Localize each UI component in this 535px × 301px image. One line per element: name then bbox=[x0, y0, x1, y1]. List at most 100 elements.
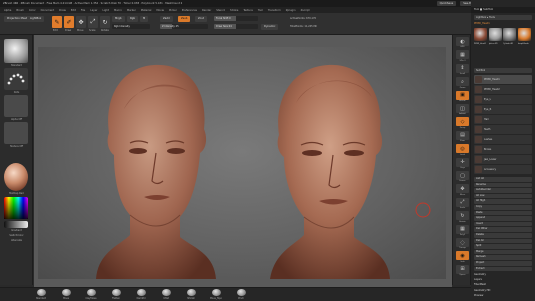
spix-3-button[interactable]: ▦ bbox=[456, 50, 469, 60]
scale-tool-button[interactable]: ⤢ bbox=[88, 16, 98, 28]
switch-color-button[interactable]: SwitchColor bbox=[3, 234, 30, 237]
local-button[interactable]: ◎ bbox=[456, 144, 469, 154]
subtool-action-all-high[interactable]: All High bbox=[474, 199, 532, 204]
subtool-action-paste[interactable]: Paste bbox=[474, 210, 532, 216]
subtool-action-delete[interactable]: Delete bbox=[474, 233, 532, 238]
subtool-action-list-all[interactable]: List All bbox=[474, 177, 532, 182]
menu-zscript[interactable]: Zscript bbox=[301, 9, 310, 12]
brush-slot-pinch[interactable]: Pinch bbox=[230, 289, 252, 301]
draw-size-slider[interactable]: Draw Size 64 bbox=[214, 24, 258, 29]
subtool-item[interactable]: Eye_R bbox=[474, 105, 532, 114]
subtool-action-all-low[interactable]: All Low bbox=[474, 193, 532, 199]
gxyz-button[interactable]: ✛ bbox=[456, 157, 469, 167]
menu-zplugin[interactable]: Zplugin bbox=[286, 9, 296, 12]
menu-material[interactable]: Material bbox=[141, 9, 152, 12]
lightbox-tools-button[interactable]: Lightbox ▸ Tools bbox=[474, 15, 532, 20]
subtool-action-append[interactable]: Append bbox=[474, 216, 532, 221]
brush-slot-claytubes[interactable]: ClayTubes bbox=[80, 289, 102, 301]
color-picker[interactable] bbox=[4, 197, 28, 219]
bpr-button[interactable]: ◐ bbox=[456, 37, 469, 46]
scale-button[interactable]: ⤢ bbox=[456, 197, 469, 207]
material-picker[interactable] bbox=[4, 163, 28, 191]
subtool-action-rename[interactable]: Rename bbox=[474, 182, 532, 188]
subtool-item[interactable]: PM3D_Head2 bbox=[474, 85, 532, 94]
draw-tool-button[interactable]: ✐ bbox=[64, 16, 74, 28]
texture-picker[interactable] bbox=[4, 122, 28, 144]
gradient-swatch[interactable] bbox=[4, 221, 28, 228]
alternate-button[interactable]: Alternate bbox=[3, 239, 30, 242]
menu-tool[interactable]: Tool bbox=[258, 9, 263, 12]
subtool-action-remesh[interactable]: Remesh bbox=[474, 255, 532, 260]
tool-thumb-0[interactable] bbox=[474, 28, 487, 41]
brush-slot-move_topo[interactable]: Move_Topo bbox=[205, 289, 227, 301]
menu-file[interactable]: File bbox=[81, 9, 85, 12]
menu-color[interactable]: Color bbox=[29, 9, 36, 12]
menu-stencil[interactable]: Stencil bbox=[216, 9, 225, 12]
menu-preferences[interactable]: Preferences bbox=[182, 9, 197, 12]
menu-render[interactable]: Render bbox=[202, 9, 211, 12]
dynamic-button[interactable]: Dynamic bbox=[261, 24, 279, 30]
subtool-item[interactable]: PM3D_Head1 bbox=[474, 75, 532, 84]
tray-section-layers[interactable]: Layers bbox=[474, 278, 532, 283]
quicksave-button[interactable]: QuickSave bbox=[436, 1, 457, 6]
menu-stroke[interactable]: Stroke bbox=[230, 9, 238, 12]
rgb-intensity-slider[interactable]: Rgb Intensity bbox=[112, 24, 150, 29]
menu-light[interactable]: Light bbox=[102, 9, 108, 12]
subtool-item[interactable]: Lashes bbox=[474, 135, 532, 144]
zadd-button[interactable]: Zadd bbox=[160, 16, 173, 22]
brush-slot-damstd[interactable]: DamStd bbox=[130, 289, 152, 301]
z-intensity-slider[interactable]: Z Intensity 25 bbox=[160, 24, 208, 29]
tool-thumb-3[interactable] bbox=[517, 28, 531, 41]
subtool-action-copy[interactable]: Copy bbox=[474, 205, 532, 210]
menu-texture[interactable]: Texture bbox=[243, 9, 253, 12]
polyf-button[interactable]: ▦ bbox=[456, 224, 469, 234]
scroll-button[interactable]: ⇕ bbox=[456, 63, 469, 73]
brush-slot-hpolish[interactable]: hPolish bbox=[180, 289, 202, 301]
zsub-button[interactable]: Zsub bbox=[178, 16, 191, 22]
floor-button[interactable]: ▤ bbox=[456, 130, 469, 140]
lightbox-button[interactable]: LightBox bbox=[27, 16, 45, 22]
subtool-item[interactable]: Hair bbox=[474, 115, 532, 124]
move-tool-button[interactable]: ✥ bbox=[76, 16, 86, 28]
tray-section-fibermesh[interactable]: FiberMesh bbox=[474, 283, 532, 288]
m-button[interactable]: M bbox=[140, 16, 149, 22]
persp-button[interactable]: ◇ bbox=[456, 117, 469, 127]
aahalf-button[interactable]: ◫ bbox=[456, 104, 469, 113]
subtool-item[interactable]: Brows bbox=[474, 145, 532, 154]
zoom-button[interactable]: ⌕ bbox=[456, 77, 469, 87]
menu-movie[interactable]: Movie bbox=[156, 9, 164, 12]
frame-button[interactable]: ▢ bbox=[456, 171, 469, 180]
viewport-canvas[interactable] bbox=[38, 47, 446, 279]
tray-section-preview[interactable]: Preview bbox=[474, 294, 532, 299]
stroke-picker[interactable] bbox=[4, 68, 28, 90]
tool-thumb-2[interactable] bbox=[503, 28, 516, 41]
tray-section-geometry[interactable]: Geometry bbox=[474, 273, 532, 278]
actual-button[interactable]: ▣ bbox=[456, 90, 469, 100]
transp-button[interactable]: ◌ bbox=[456, 238, 469, 247]
brush-picker[interactable] bbox=[4, 39, 28, 63]
menu-draw[interactable]: Draw bbox=[59, 9, 66, 12]
move-button[interactable]: ✥ bbox=[456, 184, 469, 194]
subtool-action-project[interactable]: Project bbox=[474, 261, 532, 266]
rotate-button[interactable]: ↻ bbox=[456, 211, 469, 221]
brush-slot-standard[interactable]: Standard bbox=[30, 289, 52, 301]
subtool-item[interactable]: Accessory bbox=[474, 165, 532, 174]
subtool-item[interactable]: Jaw_Lower bbox=[474, 155, 532, 164]
menu-marker[interactable]: Marker bbox=[127, 9, 136, 12]
subtool-section[interactable]: SubTool bbox=[474, 68, 532, 73]
rgb-button[interactable]: Rgb bbox=[127, 16, 139, 22]
menu-picker[interactable]: Picker bbox=[169, 9, 177, 12]
edit-tool-button[interactable]: ✎ bbox=[52, 16, 62, 28]
subtool-item[interactable]: Teeth bbox=[474, 125, 532, 134]
mrgb-button[interactable]: Mrgb bbox=[112, 16, 125, 22]
tool-thumb-1[interactable] bbox=[488, 28, 502, 41]
solo-button[interactable]: ◉ bbox=[456, 251, 469, 261]
menu-macro[interactable]: Macro bbox=[114, 9, 122, 12]
alpha-picker[interactable] bbox=[4, 95, 28, 117]
subtool-action-split[interactable]: Split bbox=[474, 244, 532, 249]
subtool-action-extract[interactable]: Extract bbox=[474, 266, 532, 272]
focal-shift-slider[interactable]: Focal Shift 0 bbox=[214, 16, 258, 21]
subtool-action-del-other[interactable]: Del Other bbox=[474, 227, 532, 232]
xpose-button[interactable]: ⊞ bbox=[456, 264, 469, 274]
menu-edit[interactable]: Edit bbox=[71, 9, 76, 12]
